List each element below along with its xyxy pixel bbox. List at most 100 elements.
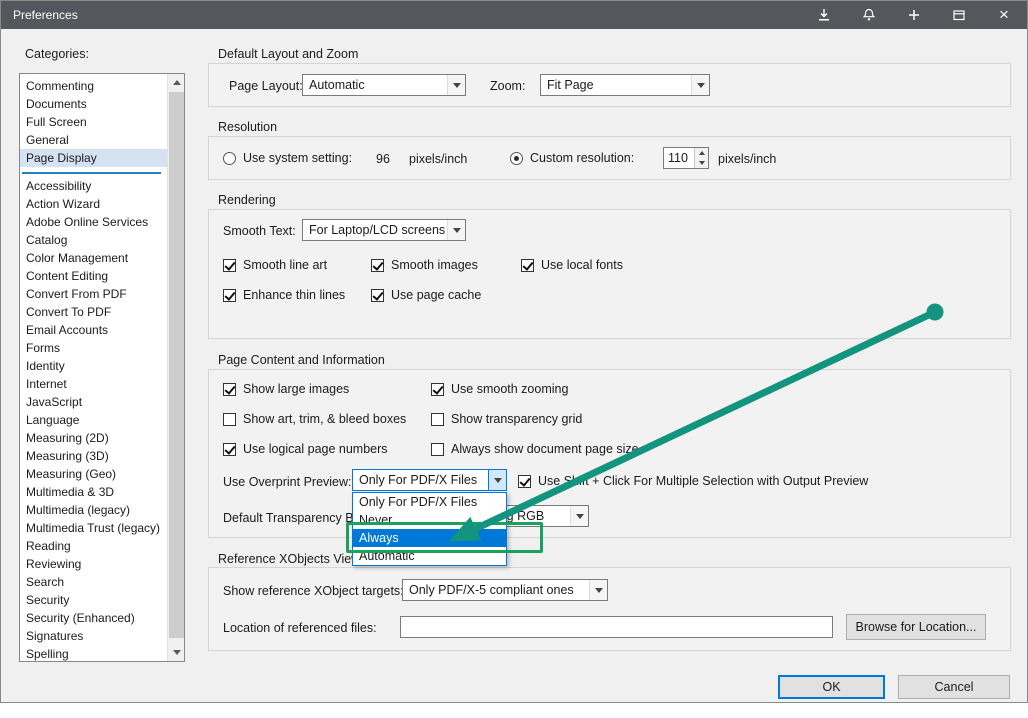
category-item[interactable]: Language <box>20 411 167 429</box>
category-item[interactable]: Email Accounts <box>20 321 167 339</box>
referenced-files-location-label: Location of referenced files: <box>223 621 377 635</box>
checkbox-label: Use Shift + Click For Multiple Selection… <box>538 474 868 488</box>
dropdown-option[interactable]: Always <box>353 529 506 547</box>
category-item[interactable]: Accessibility <box>20 177 167 195</box>
checkbox-label: Use local fonts <box>541 258 623 272</box>
spinner-buttons[interactable] <box>694 148 708 168</box>
preferences-dialog: Preferences × Categories: CommentingDocu… <box>0 0 1028 703</box>
dropdown-option[interactable]: Automatic <box>353 547 506 565</box>
checkbox-label: Smooth line art <box>243 258 327 272</box>
category-item[interactable]: Spelling <box>20 645 167 661</box>
browse-for-location-button[interactable]: Browse for Location... <box>846 614 986 640</box>
category-item[interactable]: Search <box>20 573 167 591</box>
checkbox-label: Use smooth zooming <box>451 382 568 396</box>
scroll-up-button[interactable] <box>168 74 185 91</box>
categories-listbox[interactable]: CommentingDocumentsFull ScreenGeneralPag… <box>19 73 185 662</box>
checkbox-use-logical-page-numbers[interactable]: Use logical page numbers <box>223 441 388 457</box>
dropdown-option[interactable]: Never <box>353 511 506 529</box>
use-system-setting-radio[interactable]: Use system setting: <box>223 150 352 166</box>
checkbox-show-transparency-grid[interactable]: Show transparency grid <box>431 411 582 427</box>
zoom-select[interactable]: Fit Page <box>540 74 710 96</box>
checkbox-show-large-images[interactable]: Show large images <box>223 381 349 397</box>
checkbox-box <box>371 259 384 272</box>
category-item[interactable]: Reviewing <box>20 555 167 573</box>
radio-label: Custom resolution: <box>530 151 634 165</box>
overprint-dropdown-list[interactable]: Only For PDF/X FilesNeverAlwaysAutomatic <box>352 492 507 566</box>
scrollbar-thumb[interactable] <box>169 92 184 638</box>
ok-button[interactable]: OK <box>778 675 885 699</box>
custom-resolution-input[interactable]: 110 <box>663 147 709 169</box>
category-item[interactable]: Signatures <box>20 627 167 645</box>
category-item[interactable]: JavaScript <box>20 393 167 411</box>
section-title-resolution: Resolution <box>218 120 277 134</box>
category-item[interactable]: Action Wizard <box>20 195 167 213</box>
title-bar-icons <box>801 1 981 29</box>
chevron-down-icon <box>488 470 506 490</box>
category-item[interactable]: Content Editing <box>20 267 167 285</box>
checkbox-shift-click-multi-selection[interactable]: Use Shift + Click For Multiple Selection… <box>518 473 868 489</box>
category-item[interactable]: Security <box>20 591 167 609</box>
close-button[interactable]: × <box>981 1 1027 29</box>
category-item[interactable]: Catalog <box>20 231 167 249</box>
checkbox-label: Smooth images <box>391 258 478 272</box>
page-layout-select[interactable]: Automatic <box>302 74 466 96</box>
category-item[interactable]: Full Screen <box>20 113 167 131</box>
checkbox-box <box>431 443 444 456</box>
category-item[interactable]: Reading <box>20 537 167 555</box>
spin-down-icon[interactable] <box>695 158 708 168</box>
checkbox-smooth-line-art[interactable]: Smooth line art <box>223 257 327 273</box>
category-item[interactable]: Convert From PDF <box>20 285 167 303</box>
category-item[interactable]: Multimedia & 3D <box>20 483 167 501</box>
system-resolution-value: 96 <box>376 152 390 166</box>
category-item[interactable]: Page Display <box>20 149 167 167</box>
category-item[interactable]: Multimedia Trust (legacy) <box>20 519 167 537</box>
category-item[interactable]: Commenting <box>20 77 167 95</box>
window-icon[interactable] <box>936 1 981 29</box>
category-item[interactable]: Forms <box>20 339 167 357</box>
category-item[interactable]: Internet <box>20 375 167 393</box>
checkbox-always-show-page-size[interactable]: Always show document page size <box>431 441 639 457</box>
smooth-text-select[interactable]: For Laptop/LCD screens <box>302 219 466 241</box>
checkbox-box <box>223 289 236 302</box>
spin-up-icon[interactable] <box>695 148 708 158</box>
xobject-targets-select[interactable]: Only PDF/X-5 compliant ones <box>402 579 608 601</box>
category-item[interactable]: Measuring (3D) <box>20 447 167 465</box>
combo-value: Fit Page <box>541 78 691 92</box>
radio-label: Use system setting: <box>243 151 352 165</box>
cancel-button[interactable]: Cancel <box>898 675 1010 699</box>
category-item[interactable]: Multimedia (legacy) <box>20 501 167 519</box>
category-item[interactable]: Measuring (2D) <box>20 429 167 447</box>
zoom-label: Zoom: <box>490 79 525 93</box>
download-icon[interactable] <box>801 1 846 29</box>
category-item[interactable]: Documents <box>20 95 167 113</box>
checkbox-show-art-trim-bleed[interactable]: Show art, trim, & bleed boxes <box>223 411 406 427</box>
category-item[interactable]: Color Management <box>20 249 167 267</box>
referenced-files-location-input[interactable] <box>400 616 833 638</box>
dropdown-option[interactable]: Only For PDF/X Files <box>353 493 506 511</box>
spin-value: 110 <box>664 148 694 168</box>
category-item[interactable]: Convert To PDF <box>20 303 167 321</box>
plus-icon[interactable] <box>891 1 936 29</box>
category-item[interactable]: Security (Enhanced) <box>20 609 167 627</box>
checkbox-box <box>223 443 236 456</box>
checkbox-use-local-fonts[interactable]: Use local fonts <box>521 257 623 273</box>
custom-resolution-radio[interactable]: Custom resolution: <box>510 150 634 166</box>
scrollbar[interactable] <box>167 74 184 661</box>
scroll-down-button[interactable] <box>168 644 185 661</box>
category-item[interactable]: Identity <box>20 357 167 375</box>
checkbox-use-smooth-zooming[interactable]: Use smooth zooming <box>431 381 568 397</box>
checkbox-smooth-images[interactable]: Smooth images <box>371 257 478 273</box>
category-item[interactable]: Measuring (Geo) <box>20 465 167 483</box>
radio-dot <box>510 152 523 165</box>
categories-main-group: AccessibilityAction WizardAdobe Online S… <box>20 177 167 661</box>
bell-icon[interactable] <box>846 1 891 29</box>
checkbox-use-page-cache[interactable]: Use page cache <box>371 287 481 303</box>
chevron-down-icon <box>589 580 607 600</box>
category-item[interactable]: Adobe Online Services <box>20 213 167 231</box>
category-item[interactable]: General <box>20 131 167 149</box>
checkbox-label: Enhance thin lines <box>243 288 345 302</box>
checkbox-box <box>518 475 531 488</box>
window-title: Preferences <box>13 1 78 29</box>
checkbox-enhance-thin-lines[interactable]: Enhance thin lines <box>223 287 345 303</box>
overprint-preview-select[interactable]: Only For PDF/X Files <box>352 469 507 491</box>
